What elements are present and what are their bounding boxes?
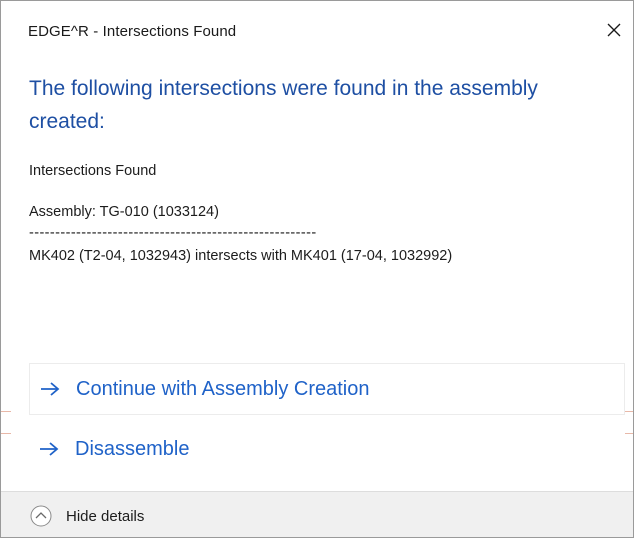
hide-details-toggle[interactable]: Hide details	[30, 505, 144, 527]
assembly-line: Assembly: TG-010 (1033124)	[29, 204, 219, 220]
edge-marker-left-2	[1, 433, 11, 434]
edge-marker-left-1	[1, 411, 11, 412]
separator-line: ----------------------------------------…	[29, 225, 317, 241]
hide-details-label: Hide details	[66, 507, 145, 525]
edge-marker-right-2	[625, 433, 633, 434]
task-dialog: EDGE^R - Intersections Found The followi…	[0, 0, 634, 538]
close-icon	[607, 23, 621, 37]
window-title: EDGE^R - Intersections Found	[28, 23, 237, 40]
continue-assembly-creation-button[interactable]: Continue with Assembly Creation	[29, 363, 625, 415]
arrow-right-icon	[41, 382, 60, 396]
disassemble-label: Disassemble	[75, 437, 190, 460]
chevron-up-icon	[30, 505, 52, 527]
title-bar: EDGE^R - Intersections Found	[1, 1, 633, 61]
continue-assembly-creation-label: Continue with Assembly Creation	[76, 377, 370, 400]
footer: Hide details	[1, 491, 633, 537]
close-button[interactable]	[599, 15, 629, 45]
arrow-right-icon	[40, 442, 59, 456]
main-instruction: The following intersections were found i…	[29, 77, 538, 133]
content-heading: Intersections Found	[29, 163, 157, 179]
edge-marker-right-1	[625, 411, 633, 412]
disassemble-button[interactable]: Disassemble	[29, 423, 625, 475]
intersection-line: MK402 (T2-04, 1032943) intersects with M…	[29, 248, 453, 264]
